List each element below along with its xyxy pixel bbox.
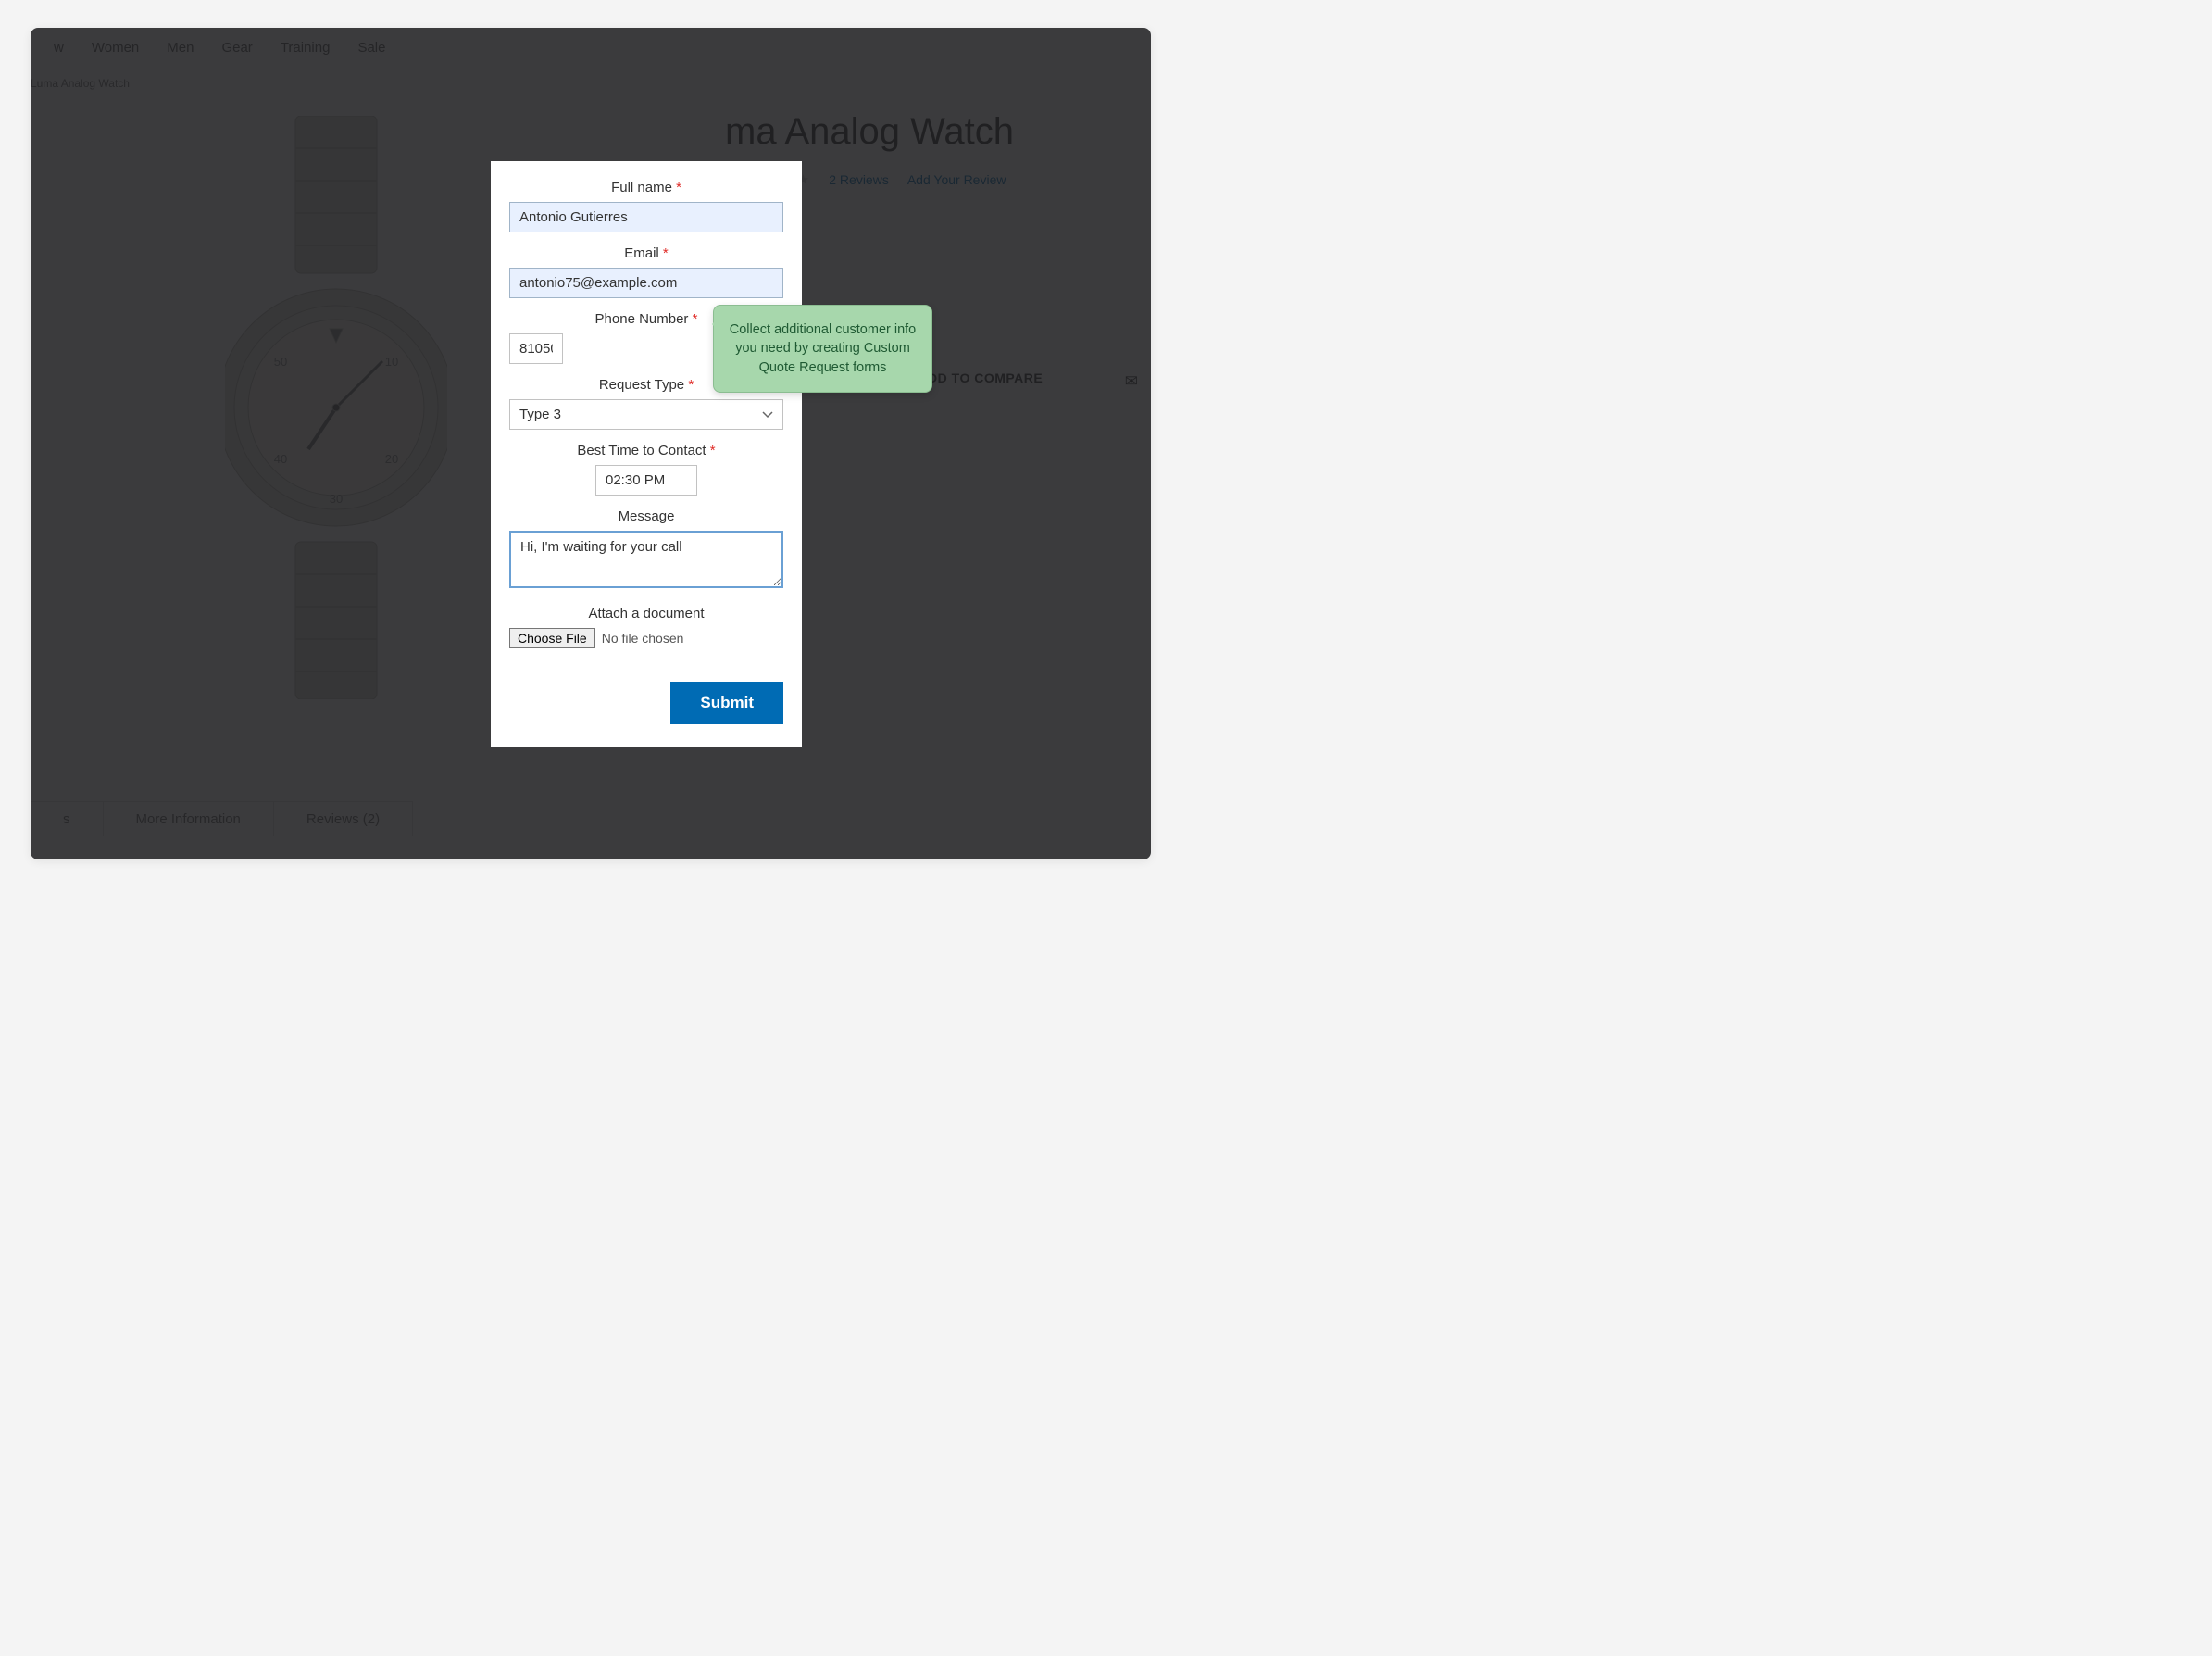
full-name-label: Full name *: [509, 180, 783, 195]
email-input[interactable]: [509, 268, 783, 298]
page-container: w Women Men Gear Training Sale Luma Anal…: [31, 28, 1151, 859]
best-time-input[interactable]: [595, 465, 697, 496]
submit-button[interactable]: Submit: [670, 682, 783, 724]
request-type-select[interactable]: Type 3: [509, 399, 783, 430]
email-label: Email *: [509, 245, 783, 261]
info-tooltip: Collect additional customer info you nee…: [713, 305, 932, 393]
choose-file-button[interactable]: Choose File: [509, 628, 595, 648]
quote-request-modal: Full name * Email * Phone Number * Reque…: [491, 161, 802, 747]
message-label: Message: [509, 508, 783, 524]
attach-label: Attach a document: [509, 606, 783, 621]
file-status: No file chosen: [602, 631, 684, 646]
phone-input[interactable]: [509, 333, 563, 364]
message-textarea[interactable]: [509, 531, 783, 588]
full-name-input[interactable]: [509, 202, 783, 232]
best-time-label: Best Time to Contact *: [509, 443, 783, 458]
